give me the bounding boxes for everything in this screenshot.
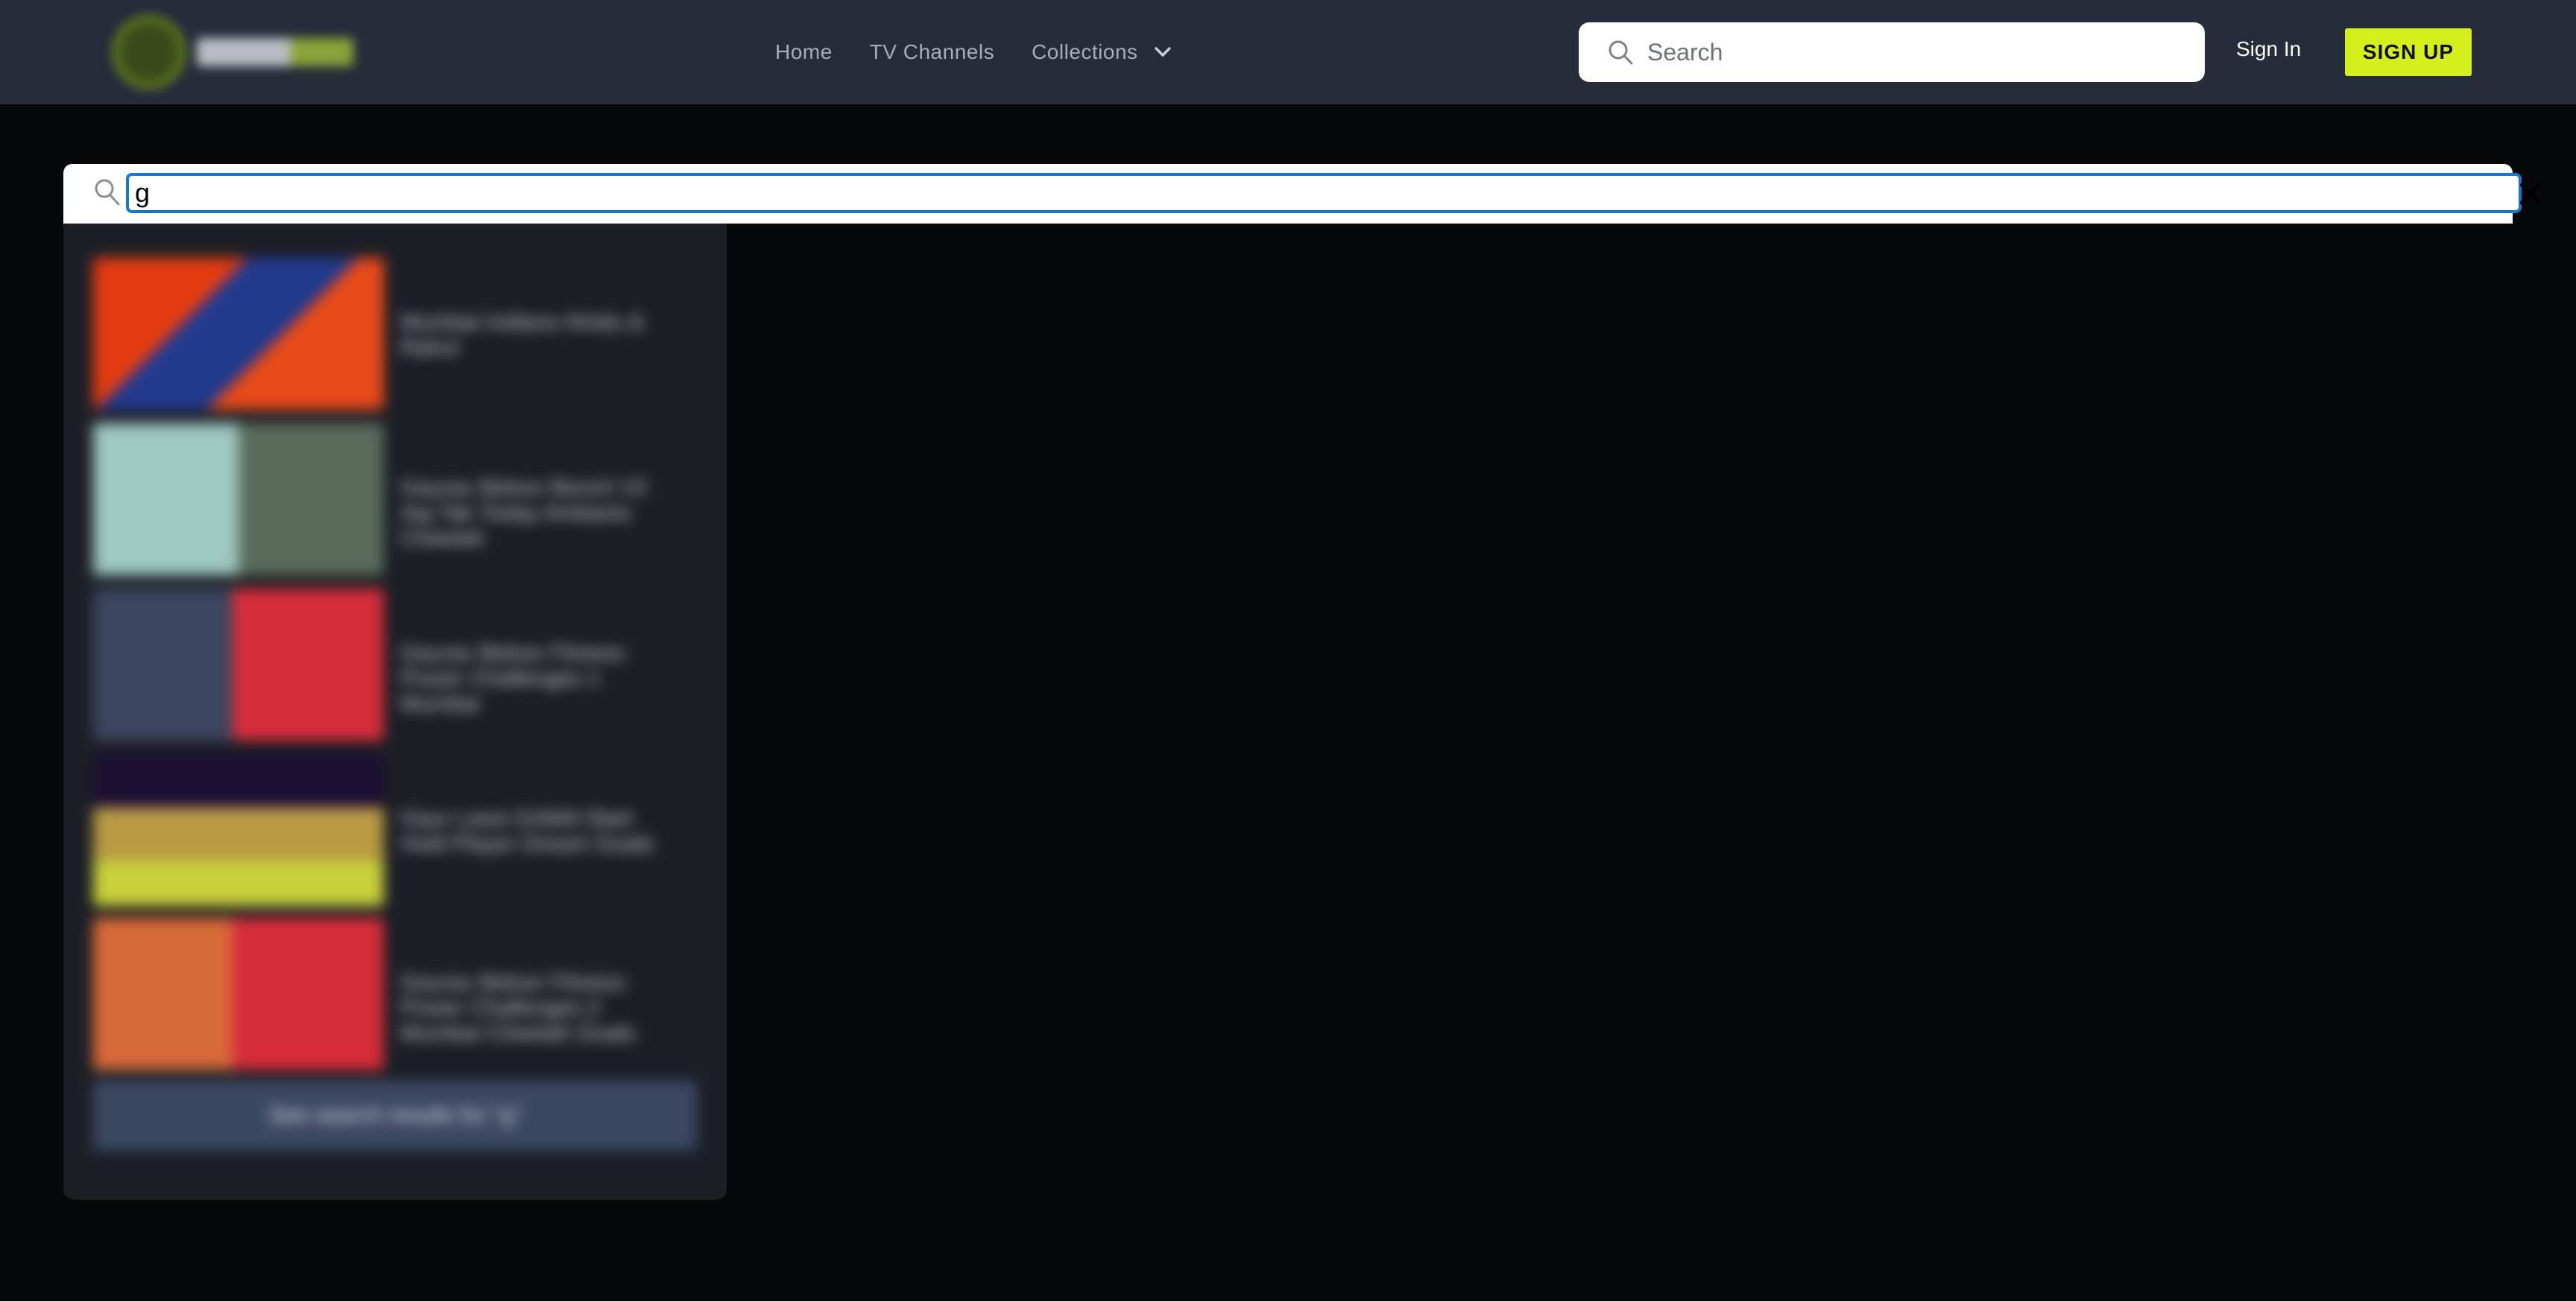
site-logo[interactable]: [112, 13, 365, 91]
close-icon[interactable]: [2516, 179, 2545, 209]
result-title: Mumbai Indians Hindu & Rahul: [400, 310, 644, 360]
search-result-item[interactable]: Gaur Lassi GAMA Start Hold Player Dream …: [93, 754, 697, 906]
see-all-results-button[interactable]: See search results for "g": [93, 1080, 697, 1150]
overlay-search-input[interactable]: [126, 173, 2522, 213]
result-thumbnail: [93, 589, 384, 741]
search-results-dropdown: Mumbai Indians Hindu & Rahul Gaurav Belo…: [63, 224, 727, 1200]
result-title: Gaurav Beloor Bench V2 Aaj Tak Today Amb…: [400, 475, 648, 551]
nav-home[interactable]: Home: [775, 40, 833, 64]
result-thumbnail: [93, 423, 384, 575]
search-overlay-bar: [63, 164, 2542, 224]
sign-in-link[interactable]: Sign In: [2236, 37, 2301, 61]
header-search-box[interactable]: [1579, 22, 2205, 82]
search-result-item[interactable]: Gaurav Beloor Fitness: Power Challenges …: [93, 589, 697, 741]
logo-wordmark: [197, 38, 353, 66]
result-thumbnail: [93, 918, 384, 1070]
top-navbar: Home TV Channels Collections Sign In SIG…: [0, 0, 2576, 104]
result-thumbnail: [93, 258, 384, 410]
search-result-item[interactable]: Gaurav Beloor Bench V2 Aaj Tak Today Amb…: [93, 423, 697, 575]
chevron-down-icon[interactable]: [1154, 47, 1171, 57]
nav-tv-channels[interactable]: TV Channels: [870, 40, 994, 64]
result-title: Gaurav Beloor Fitness: Power Challenges …: [400, 970, 636, 1045]
search-icon: [93, 177, 121, 207]
main-nav: Home TV Channels Collections: [775, 37, 1171, 67]
result-title: Gaurav Beloor Fitness: Power Challenges …: [400, 641, 629, 716]
nav-collections[interactable]: Collections: [1032, 40, 1137, 64]
search-result-item[interactable]: Mumbai Indians Hindu & Rahul: [93, 258, 697, 410]
sign-up-button[interactable]: SIGN UP: [2345, 28, 2472, 76]
search-icon: [1607, 39, 1634, 66]
result-title: Gaur Lassi GAMA Start Hold Player Dream …: [400, 806, 654, 856]
logo-mark-icon: [112, 15, 186, 89]
header-search-input[interactable]: [1646, 37, 2197, 67]
search-result-item[interactable]: Gaurav Beloor Fitness: Power Challenges …: [93, 918, 697, 1070]
result-thumbnail: [93, 754, 384, 906]
